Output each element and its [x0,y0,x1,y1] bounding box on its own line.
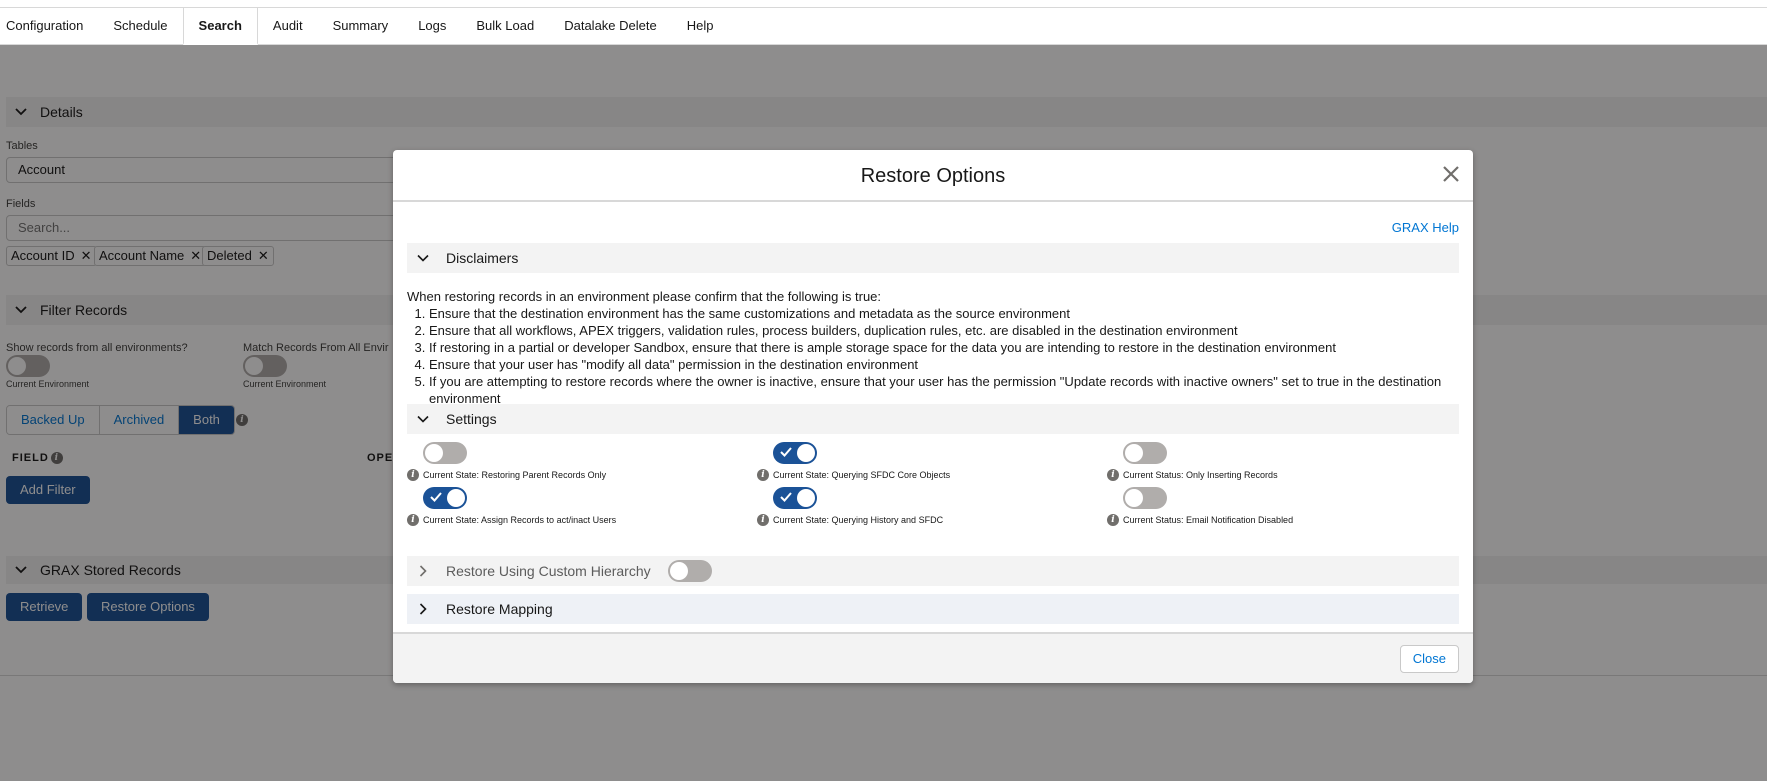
grax-help-link[interactable]: GRAX Help [1392,220,1459,235]
setting-caption: Current State: Restoring Parent Records … [423,470,607,480]
check-icon [430,492,442,502]
setting-insert-only: i Current Status: Only Inserting Records [1107,442,1278,481]
custom-hierarchy-accordion-header[interactable]: Restore Using Custom Hierarchy [407,556,1459,586]
tab-search[interactable]: Search [182,8,258,45]
disclaimer-intro: When restoring records in an environment… [407,289,882,304]
restore-mapping-accordion-header[interactable]: Restore Mapping [407,594,1459,624]
disclaimers-accordion-header[interactable]: Disclaimers [407,243,1459,273]
restore-mapping-title: Restore Mapping [446,601,553,617]
chevron-down-icon [417,415,429,423]
setting-caption: Current State: Querying SFDC Core Object… [773,470,951,480]
tab-help[interactable]: Help [672,8,729,45]
disclaimer-list: Ensure that the destination environment … [429,305,1467,407]
info-icon[interactable]: i [1107,469,1119,481]
tab-schedule[interactable]: Schedule [98,8,182,45]
disclaimer-item: If restoring in a partial or developer S… [429,339,1467,356]
setting-email-notification: i Current Status: Email Notification Disa… [1107,487,1293,526]
setting-toggle[interactable] [1123,487,1167,509]
close-icon[interactable] [1441,164,1461,184]
info-icon[interactable]: i [757,469,769,481]
tab-bulk-load[interactable]: Bulk Load [461,8,549,45]
info-icon[interactable]: i [407,514,419,526]
disclaimer-item: If you are attempting to restore records… [429,373,1467,407]
main-tabs: Configuration Schedule Search Audit Summ… [0,8,1767,45]
setting-caption: Current State: Assign Records to act/ina… [423,515,617,525]
custom-hierarchy-switch [652,560,712,582]
setting-assign-users: i Current State: Assign Records to act/in… [407,487,616,526]
setting-caption: Current Status: Email Notification Disab… [1123,515,1294,525]
chevron-down-icon [417,254,429,262]
disclaimer-item: Ensure that the destination environment … [429,305,1467,322]
setting-toggle[interactable] [773,487,817,509]
tab-audit[interactable]: Audit [258,8,318,45]
modal-footer: Close [393,632,1473,683]
settings-accordion-header[interactable]: Settings [407,404,1459,434]
disclaimer-text: When restoring records in an environment… [407,288,1467,407]
tab-logs[interactable]: Logs [403,8,461,45]
setting-toggle[interactable] [1123,442,1167,464]
disclaimer-item: Ensure that your user has "modify all da… [429,356,1467,373]
modal-body: GRAX Help Disclaimers When restoring rec… [393,202,1473,632]
info-icon[interactable]: i [407,469,419,481]
setting-query-core-objects: i Current State: Querying SFDC Core Objec… [757,442,950,481]
info-icon[interactable]: i [757,514,769,526]
setting-caption: Current Status: Only Inserting Records [1123,470,1278,480]
tab-configuration[interactable]: Configuration [0,8,98,45]
check-icon [780,447,792,457]
restore-options-modal: Restore Options GRAX Help Disclaimers Wh… [393,150,1473,683]
setting-toggle[interactable] [423,487,467,509]
custom-hierarchy-title: Restore Using Custom Hierarchy [446,563,651,579]
modal-header: Restore Options [393,150,1473,202]
modal-title: Restore Options [860,165,1006,187]
top-strip [0,0,1767,8]
setting-restore-parent: i Current State: Restoring Parent Records… [407,442,606,481]
chevron-right-icon [419,565,427,577]
disclaimer-item: Ensure that all workflows, APEX triggers… [429,322,1467,339]
setting-caption: Current State: Querying History and SFDC [773,515,944,525]
chevron-right-icon [419,603,427,615]
setting-toggle[interactable] [773,442,817,464]
settings-title: Settings [446,411,497,427]
tab-datalake-delete[interactable]: Datalake Delete [549,8,672,45]
custom-hierarchy-toggle[interactable] [667,560,712,582]
close-button[interactable]: Close [1399,645,1459,673]
setting-query-history: i Current State: Querying History and SFD… [757,487,943,526]
setting-toggle[interactable] [423,442,467,464]
disclaimers-title: Disclaimers [446,250,519,266]
check-icon [780,492,792,502]
tab-summary[interactable]: Summary [318,8,404,45]
info-icon[interactable]: i [1107,514,1119,526]
